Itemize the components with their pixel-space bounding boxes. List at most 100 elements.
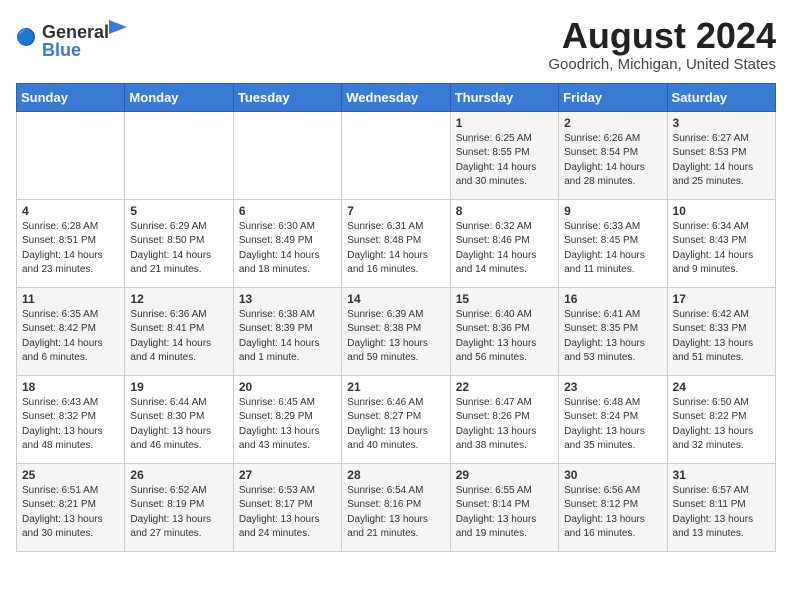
day-number: 11 (22, 292, 119, 306)
calendar-cell (17, 111, 125, 199)
logo-general: General (42, 23, 109, 41)
day-info: Sunrise: 6:41 AM Sunset: 8:35 PM Dayligh… (564, 308, 661, 366)
day-info: Sunrise: 6:35 AM Sunset: 8:42 PM Dayligh… (22, 308, 119, 366)
day-info: Sunrise: 6:56 AM Sunset: 8:12 PM Dayligh… (564, 484, 661, 542)
day-number: 27 (239, 468, 336, 482)
calendar-table: SundayMondayTuesdayWednesdayThursdayFrid… (16, 83, 776, 552)
calendar-cell: 15 Sunrise: 6:40 AM Sunset: 8:36 PM Dayli… (450, 287, 558, 375)
day-info: Sunrise: 6:44 AM Sunset: 8:30 PM Dayligh… (130, 396, 227, 454)
logo-arrow-icon (109, 16, 127, 38)
title-block: August 2024 Goodrich, Michigan, United S… (548, 16, 776, 73)
logo-text: General Blue (42, 16, 127, 61)
svg-text:🔵: 🔵 (16, 28, 36, 47)
calendar-cell: 4 Sunrise: 6:28 AM Sunset: 8:51 PM Daylig… (17, 199, 125, 287)
calendar-cell: 20 Sunrise: 6:45 AM Sunset: 8:29 PM Dayli… (233, 375, 341, 463)
calendar-cell: 23Sunrise: 6:48 AM Sunset: 8:24 PM Dayli… (559, 375, 667, 463)
day-info: Sunrise: 6:38 AM Sunset: 8:39 PM Dayligh… (239, 308, 336, 366)
calendar-week-row: 11 Sunrise: 6:35 AM Sunset: 8:42 PM Dayli… (17, 287, 776, 375)
header-row: SundayMondayTuesdayWednesdayThursdayFrid… (17, 83, 776, 111)
day-info: Sunrise: 6:43 AM Sunset: 8:32 PM Dayligh… (22, 396, 119, 454)
day-number: 14 (347, 292, 444, 306)
calendar-cell: 26Sunrise: 6:52 AM Sunset: 8:19 PM Dayli… (125, 463, 233, 551)
day-of-week-header: Wednesday (342, 83, 450, 111)
month-year-title: August 2024 (548, 16, 776, 56)
calendar-cell: 17Sunrise: 6:42 AM Sunset: 8:33 PM Dayli… (667, 287, 775, 375)
day-number: 26 (130, 468, 227, 482)
day-of-week-header: Thursday (450, 83, 558, 111)
day-of-week-header: Monday (125, 83, 233, 111)
day-number: 15 (456, 292, 553, 306)
day-info: Sunrise: 6:31 AM Sunset: 8:48 PM Dayligh… (347, 220, 444, 278)
calendar-cell: 13 Sunrise: 6:38 AM Sunset: 8:39 PM Dayli… (233, 287, 341, 375)
day-number: 2 (564, 116, 661, 130)
calendar-week-row: 18 Sunrise: 6:43 AM Sunset: 8:32 PM Dayli… (17, 375, 776, 463)
day-number: 21 (347, 380, 444, 394)
day-info: Sunrise: 6:26 AM Sunset: 8:54 PM Dayligh… (564, 132, 661, 190)
day-of-week-header: Tuesday (233, 83, 341, 111)
calendar-cell: 7 Sunrise: 6:31 AM Sunset: 8:48 PM Daylig… (342, 199, 450, 287)
day-info: Sunrise: 6:32 AM Sunset: 8:46 PM Dayligh… (456, 220, 553, 278)
calendar-cell: 1Sunrise: 6:25 AM Sunset: 8:55 PM Daylig… (450, 111, 558, 199)
day-info: Sunrise: 6:27 AM Sunset: 8:53 PM Dayligh… (673, 132, 770, 190)
day-info: Sunrise: 6:29 AM Sunset: 8:50 PM Dayligh… (130, 220, 227, 278)
day-info: Sunrise: 6:33 AM Sunset: 8:45 PM Dayligh… (564, 220, 661, 278)
day-info: Sunrise: 6:45 AM Sunset: 8:29 PM Dayligh… (239, 396, 336, 454)
calendar-cell: 8 Sunrise: 6:32 AM Sunset: 8:46 PM Daylig… (450, 199, 558, 287)
calendar-cell: 31Sunrise: 6:57 AM Sunset: 8:11 PM Dayli… (667, 463, 775, 551)
calendar-cell: 12 Sunrise: 6:36 AM Sunset: 8:41 PM Dayli… (125, 287, 233, 375)
day-number: 24 (673, 380, 770, 394)
day-info: Sunrise: 6:30 AM Sunset: 8:49 PM Dayligh… (239, 220, 336, 278)
day-number: 8 (456, 204, 553, 218)
day-info: Sunrise: 6:42 AM Sunset: 8:33 PM Dayligh… (673, 308, 770, 366)
calendar-cell: 27 Sunrise: 6:53 AM Sunset: 8:17 PM Dayli… (233, 463, 341, 551)
day-number: 6 (239, 204, 336, 218)
day-number: 10 (673, 204, 770, 218)
calendar-cell: 19 Sunrise: 6:44 AM Sunset: 8:30 PM Dayli… (125, 375, 233, 463)
calendar-cell: 22Sunrise: 6:47 AM Sunset: 8:26 PM Dayli… (450, 375, 558, 463)
day-number: 13 (239, 292, 336, 306)
day-number: 4 (22, 204, 119, 218)
day-number: 31 (673, 468, 770, 482)
calendar-week-row: 25Sunrise: 6:51 AM Sunset: 8:21 PM Dayli… (17, 463, 776, 551)
logo: 🔵 General Blue (16, 16, 127, 61)
calendar-cell: 2 Sunrise: 6:26 AM Sunset: 8:54 PM Daylig… (559, 111, 667, 199)
calendar-cell: 24Sunrise: 6:50 AM Sunset: 8:22 PM Dayli… (667, 375, 775, 463)
day-number: 19 (130, 380, 227, 394)
day-number: 12 (130, 292, 227, 306)
calendar-cell: 5 Sunrise: 6:29 AM Sunset: 8:50 PM Daylig… (125, 199, 233, 287)
day-number: 20 (239, 380, 336, 394)
calendar-cell: 14 Sunrise: 6:39 AM Sunset: 8:38 PM Dayli… (342, 287, 450, 375)
calendar-cell: 10 Sunrise: 6:34 AM Sunset: 8:43 PM Dayli… (667, 199, 775, 287)
day-number: 22 (456, 380, 553, 394)
day-info: Sunrise: 6:39 AM Sunset: 8:38 PM Dayligh… (347, 308, 444, 366)
day-info: Sunrise: 6:48 AM Sunset: 8:24 PM Dayligh… (564, 396, 661, 454)
day-info: Sunrise: 6:34 AM Sunset: 8:43 PM Dayligh… (673, 220, 770, 278)
header: 🔵 General Blue August 2024 Goodrich, Mic… (16, 16, 776, 73)
calendar-cell: 30 Sunrise: 6:56 AM Sunset: 8:12 PM Dayli… (559, 463, 667, 551)
day-info: Sunrise: 6:54 AM Sunset: 8:16 PM Dayligh… (347, 484, 444, 542)
day-info: Sunrise: 6:36 AM Sunset: 8:41 PM Dayligh… (130, 308, 227, 366)
day-number: 25 (22, 468, 119, 482)
day-of-week-header: Sunday (17, 83, 125, 111)
calendar-cell (342, 111, 450, 199)
day-number: 30 (564, 468, 661, 482)
calendar-cell: 18 Sunrise: 6:43 AM Sunset: 8:32 PM Dayli… (17, 375, 125, 463)
day-number: 9 (564, 204, 661, 218)
day-number: 7 (347, 204, 444, 218)
calendar-cell: 25Sunrise: 6:51 AM Sunset: 8:21 PM Dayli… (17, 463, 125, 551)
day-info: Sunrise: 6:53 AM Sunset: 8:17 PM Dayligh… (239, 484, 336, 542)
location-subtitle: Goodrich, Michigan, United States (548, 56, 776, 73)
day-number: 18 (22, 380, 119, 394)
day-info: Sunrise: 6:40 AM Sunset: 8:36 PM Dayligh… (456, 308, 553, 366)
day-info: Sunrise: 6:46 AM Sunset: 8:27 PM Dayligh… (347, 396, 444, 454)
day-of-week-header: Friday (559, 83, 667, 111)
calendar-cell: 3Sunrise: 6:27 AM Sunset: 8:53 PM Daylig… (667, 111, 775, 199)
day-info: Sunrise: 6:28 AM Sunset: 8:51 PM Dayligh… (22, 220, 119, 278)
calendar-week-row: 4 Sunrise: 6:28 AM Sunset: 8:51 PM Daylig… (17, 199, 776, 287)
day-info: Sunrise: 6:25 AM Sunset: 8:55 PM Dayligh… (456, 132, 553, 190)
calendar-cell: 29Sunrise: 6:55 AM Sunset: 8:14 PM Dayli… (450, 463, 558, 551)
calendar-cell: 6 Sunrise: 6:30 AM Sunset: 8:49 PM Daylig… (233, 199, 341, 287)
day-number: 29 (456, 468, 553, 482)
day-number: 5 (130, 204, 227, 218)
calendar-week-row: 1Sunrise: 6:25 AM Sunset: 8:55 PM Daylig… (17, 111, 776, 199)
